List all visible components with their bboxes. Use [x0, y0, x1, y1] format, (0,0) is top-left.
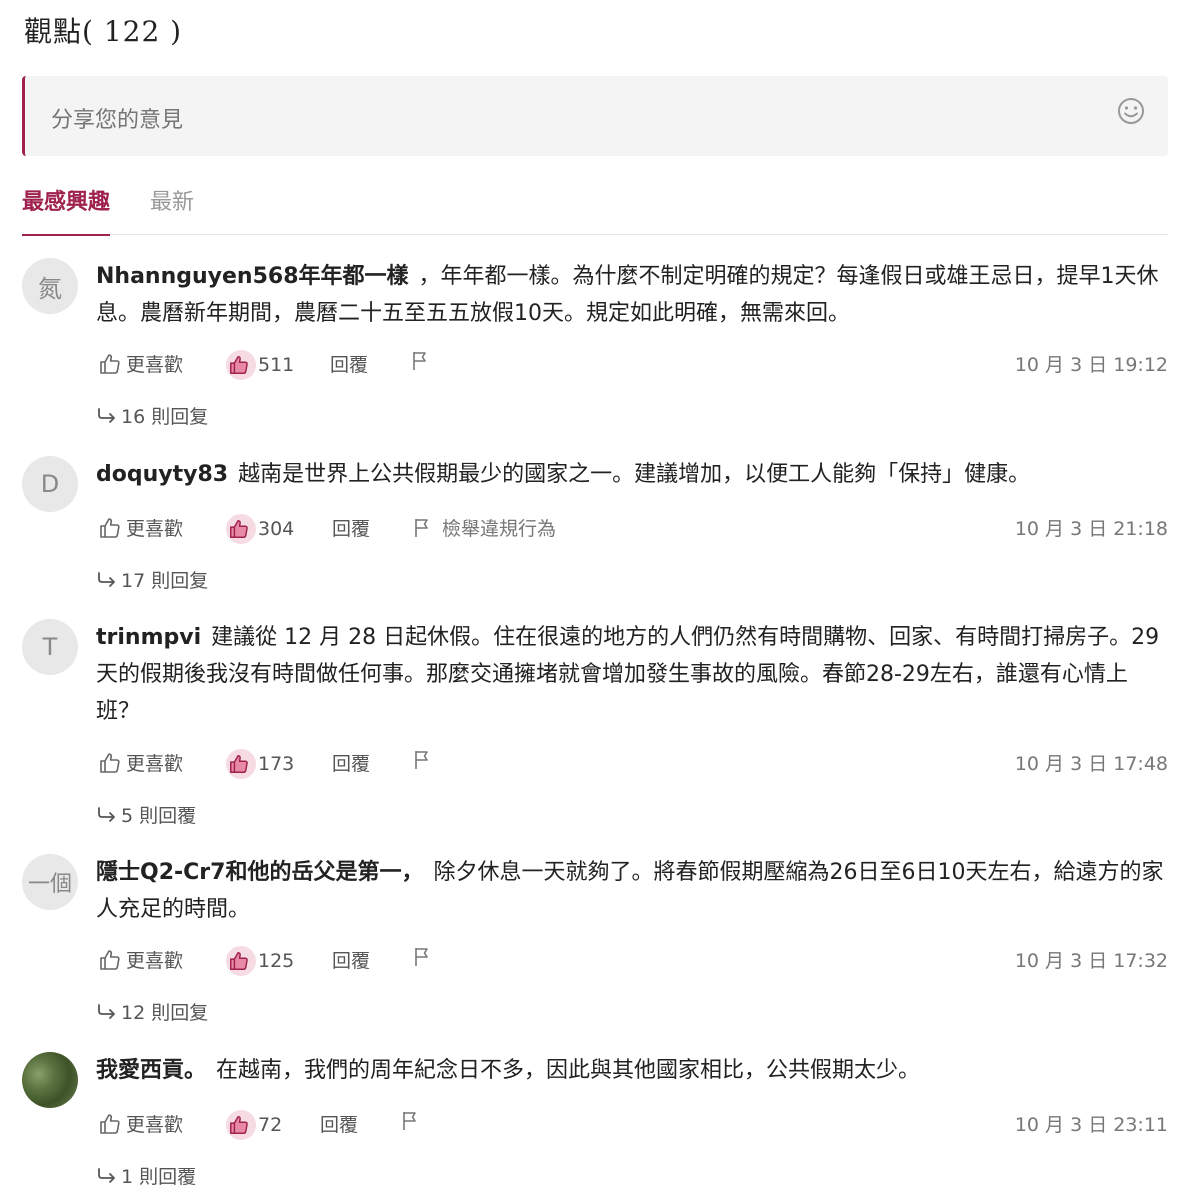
flag-icon — [415, 948, 428, 966]
reply-button[interactable]: 回覆 — [332, 946, 370, 973]
comment-timestamp: 10 月 3 日 17:32 — [1014, 950, 1168, 972]
comment-text: 越南是世界上公共假期最少的國家之一。建議增加，以便工人能夠「保持」健康。 — [238, 462, 1031, 487]
comment-timestamp: 10 月 3 日 21:18 — [1014, 518, 1168, 540]
reply-arrow-icon — [98, 1167, 115, 1183]
view-replies-link[interactable]: 17 則回复 — [96, 566, 208, 593]
like-button[interactable]: 更喜歡 — [98, 749, 183, 776]
comment-body: Nhannguyen568年年都一樣 ，年年都一樣。為什麼不制定明確的規定？每逢假… — [96, 258, 1168, 332]
like-count-value: 72 — [258, 1114, 283, 1136]
avatar-photo[interactable] — [22, 1052, 78, 1108]
like-count-value: 173 — [258, 753, 295, 775]
thumbs-up-icon — [100, 752, 120, 773]
reply-count: 5 則回覆 — [121, 805, 197, 827]
like-label: 更喜歡 — [126, 1114, 184, 1136]
comment-body: trinmpvi 建議從 12 月 28 日起休假。住在很遠的地方的人們仍然有時間… — [96, 619, 1168, 730]
comment-timestamp: 10 月 3 日 19:12 — [1014, 354, 1168, 376]
comment-username[interactable]: 我愛西貢。 — [96, 1058, 206, 1083]
view-replies-link[interactable]: 1 則回覆 — [96, 1162, 196, 1189]
tab-most-interesting[interactable]: 最感興趣 — [22, 184, 111, 236]
emoji-icon[interactable] — [1116, 96, 1146, 126]
like-button[interactable]: 更喜歡 — [98, 514, 183, 541]
avatar[interactable]: D — [22, 456, 78, 512]
sort-tabs: 最感興趣 最新 — [22, 180, 1168, 236]
report-button[interactable] — [412, 946, 436, 968]
like-label: 更喜歡 — [126, 950, 184, 972]
comment-username[interactable]: Nhannguyen568年年都一樣 — [96, 264, 409, 289]
reply-button[interactable]: 回覆 — [330, 350, 368, 377]
avatar[interactable]: T — [22, 619, 78, 675]
reply-arrow-icon — [98, 571, 115, 587]
like-count-value: 304 — [258, 518, 295, 540]
report-button[interactable] — [412, 749, 436, 771]
comment-actions: 更喜歡 72 回覆 10 月 3 日 23:11 — [96, 1110, 1168, 1140]
like-button[interactable]: 更喜歡 — [98, 946, 183, 973]
comment-username[interactable]: doquyty83 — [96, 462, 228, 487]
comment-timestamp: 10 月 3 日 17:48 — [1014, 753, 1168, 775]
comment-text: 建議從 12 月 28 日起休假。住在很遠的地方的人們仍然有時間購物、回家、有時… — [96, 625, 1160, 724]
comment-actions: 更喜歡 173 回覆 10 月 3 日 17:48 — [96, 749, 1168, 779]
reply-button[interactable]: 回覆 — [320, 1110, 358, 1137]
like-button[interactable]: 更喜歡 — [98, 350, 183, 377]
thumbs-up-icon — [100, 353, 120, 374]
view-replies-link[interactable]: 12 則回复 — [96, 998, 208, 1025]
like-label: 更喜歡 — [126, 753, 184, 775]
view-replies-link[interactable]: 5 則回覆 — [96, 801, 196, 828]
comment-input-placeholder: 分享您的意見 — [51, 108, 184, 133]
reply-count: 12 則回复 — [121, 1002, 209, 1024]
comments-title: 觀點( 122 ) — [24, 15, 183, 48]
reply-count: 17 則回复 — [121, 570, 209, 592]
thumbs-up-icon — [100, 517, 120, 538]
flag-icon — [413, 352, 426, 370]
like-count: 173 — [226, 749, 294, 779]
report-button[interactable] — [410, 350, 434, 372]
flag-icon — [415, 751, 428, 769]
like-count: 304 — [226, 514, 294, 544]
avatar[interactable]: 氮 — [22, 258, 78, 314]
reply-arrow-icon — [98, 1003, 115, 1019]
like-count-value: 511 — [258, 354, 295, 376]
comment-username[interactable]: trinmpvi — [96, 625, 201, 650]
report-button[interactable] — [400, 1110, 424, 1132]
comment-timestamp: 10 月 3 日 23:11 — [1014, 1114, 1168, 1136]
comment-body: 我愛西貢。 在越南，我們的周年紀念日不多，因此與其他國家相比，公共假期太少。 — [96, 1052, 1168, 1089]
liked-icon — [226, 514, 256, 544]
report-label: 檢舉違規行為 — [442, 518, 557, 540]
comment-actions: 更喜歡 304 回覆 檢舉違規行為 10 月 3 日 21:18 — [96, 514, 1168, 544]
reply-button[interactable]: 回覆 — [332, 514, 370, 541]
like-button[interactable]: 更喜歡 — [98, 1110, 183, 1137]
liked-icon — [226, 946, 256, 976]
comment-text: 在越南，我們的周年紀念日不多，因此與其他國家相比，公共假期太少。 — [216, 1058, 921, 1083]
thumbs-up-icon — [100, 949, 120, 970]
tab-newest[interactable]: 最新 — [150, 184, 194, 230]
reply-count: 16 則回复 — [121, 406, 209, 428]
view-replies-link[interactable]: 16 則回复 — [96, 402, 208, 429]
comment-body: doquyty83 越南是世界上公共假期最少的國家之一。建議增加，以便工人能夠「保… — [96, 456, 1168, 493]
like-label: 更喜歡 — [126, 518, 184, 540]
liked-icon — [226, 1110, 256, 1140]
comment-body: 隱士Q2-Cr7和他的岳父是第一， 除夕休息一天就夠了。將春節假期壓縮為26日至6… — [96, 854, 1168, 928]
liked-icon — [226, 749, 256, 779]
reply-count: 1 則回覆 — [121, 1166, 197, 1188]
like-count-value: 125 — [258, 950, 295, 972]
reply-button[interactable]: 回覆 — [332, 749, 370, 776]
avatar[interactable]: 一個 — [22, 854, 78, 910]
like-count: 72 — [226, 1110, 282, 1140]
comment-actions: 更喜歡 511 回覆 10 月 3 日 19:12 — [96, 350, 1168, 380]
thumbs-up-icon — [100, 1113, 120, 1134]
like-count: 511 — [226, 350, 294, 380]
flag-icon — [415, 518, 428, 537]
liked-icon — [226, 350, 256, 380]
comment-actions: 更喜歡 125 回覆 10 月 3 日 17:32 — [96, 946, 1168, 976]
comment-input[interactable]: 分享您的意見 — [22, 76, 1168, 156]
reply-arrow-icon — [98, 806, 115, 822]
like-label: 更喜歡 — [126, 354, 184, 376]
comment-username[interactable]: 隱士Q2-Cr7和他的岳父是第一， — [96, 860, 423, 885]
reply-arrow-icon — [98, 407, 115, 423]
flag-icon — [403, 1112, 416, 1130]
report-button[interactable]: 檢舉違規行為 — [412, 514, 556, 541]
like-count: 125 — [226, 946, 294, 976]
